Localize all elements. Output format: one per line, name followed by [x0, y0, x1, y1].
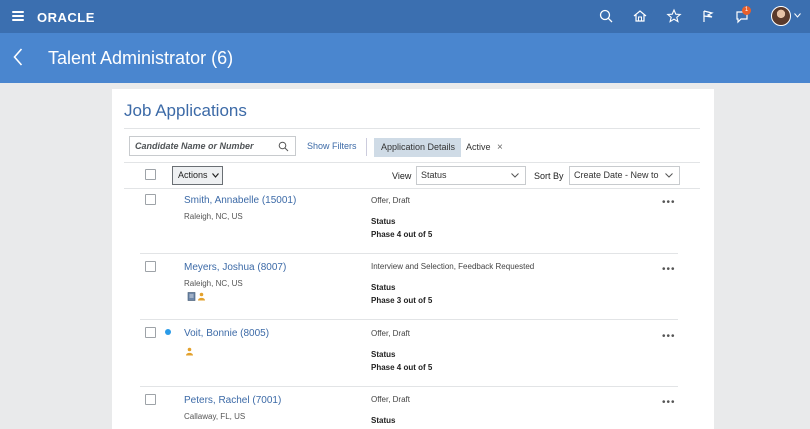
page-title: Talent Administrator (6) [48, 48, 234, 68]
divider [140, 319, 678, 320]
status-label: Status [371, 350, 396, 359]
sort-value: Create Date - New to [574, 170, 659, 180]
filter-chip[interactable]: Application Details [374, 138, 461, 157]
oracle-logo[interactable]: ORACLE [37, 10, 95, 25]
section-title: Job Applications [124, 101, 247, 120]
back-arrow-icon[interactable] [13, 48, 23, 66]
candidate-location: Raleigh, NC, US [184, 212, 243, 221]
internal-candidate-icon [198, 292, 205, 301]
candidate-name-link[interactable]: Voit, Bonnie (8005) [184, 328, 269, 339]
filter-value: Active [466, 142, 491, 152]
candidate-name-link[interactable]: Smith, Annabelle (15001) [184, 195, 296, 206]
search-placeholder: Candidate Name or Number [135, 141, 254, 151]
global-header [0, 0, 810, 33]
sort-select[interactable]: Create Date - New to [569, 166, 680, 185]
actions-button[interactable]: Actions [172, 166, 223, 185]
select-all-checkbox[interactable] [145, 169, 156, 180]
row-checkbox[interactable] [145, 394, 156, 405]
status-label: Status [371, 217, 396, 226]
flag-icon[interactable] [700, 8, 716, 24]
divider [124, 128, 700, 129]
chevron-down-icon [665, 173, 673, 178]
close-icon[interactable]: × [497, 143, 503, 153]
star-icon[interactable] [666, 8, 682, 24]
view-value: Status [421, 170, 447, 180]
chevron-down-icon [212, 173, 219, 178]
status-label: Status [371, 283, 396, 292]
application-stage: Offer, Draft [371, 395, 410, 404]
new-indicator-dot [165, 329, 171, 335]
application-stage: Offer, Draft [371, 329, 410, 338]
home-icon[interactable] [632, 8, 648, 24]
status-label: Status [371, 416, 396, 425]
document-icon [187, 292, 196, 301]
internal-candidate-icon [186, 347, 193, 356]
phase-text: Phase 4 out of 5 [371, 230, 433, 239]
more-actions-icon[interactable]: ••• [662, 264, 676, 275]
application-stage: Interview and Selection, Feedback Reques… [371, 262, 535, 271]
view-select[interactable]: Status [416, 166, 526, 185]
divider [124, 188, 700, 189]
candidate-location: Callaway, FL, US [184, 412, 246, 421]
divider [140, 253, 678, 254]
user-avatar[interactable] [771, 6, 791, 26]
row-checkbox[interactable] [145, 327, 156, 338]
chevron-down-icon[interactable] [794, 13, 801, 18]
search-icon[interactable] [598, 8, 614, 24]
divider [124, 162, 700, 163]
search-input[interactable]: Candidate Name or Number [129, 136, 296, 156]
chevron-down-icon [511, 173, 519, 178]
actions-label: Actions [178, 170, 208, 180]
view-label: View [392, 171, 412, 181]
row-checkbox[interactable] [145, 261, 156, 272]
row-checkbox[interactable] [145, 194, 156, 205]
notification-badge: 1 [742, 6, 751, 15]
candidate-location: Raleigh, NC, US [184, 279, 243, 288]
divider [140, 386, 678, 387]
application-stage: Offer, Draft [371, 196, 410, 205]
more-actions-icon[interactable]: ••• [662, 197, 676, 208]
candidate-name-link[interactable]: Meyers, Joshua (8007) [184, 262, 286, 273]
menu-icon[interactable] [12, 11, 24, 21]
sort-label: Sort By [534, 171, 564, 181]
candidate-name-link[interactable]: Peters, Rachel (7001) [184, 395, 281, 406]
phase-text: Phase 4 out of 5 [371, 363, 433, 372]
divider [366, 138, 367, 156]
more-actions-icon[interactable]: ••• [662, 331, 676, 342]
search-icon[interactable] [278, 141, 289, 152]
phase-text: Phase 3 out of 5 [371, 296, 433, 305]
more-actions-icon[interactable]: ••• [662, 397, 676, 408]
show-filters-link[interactable]: Show Filters [307, 141, 357, 151]
